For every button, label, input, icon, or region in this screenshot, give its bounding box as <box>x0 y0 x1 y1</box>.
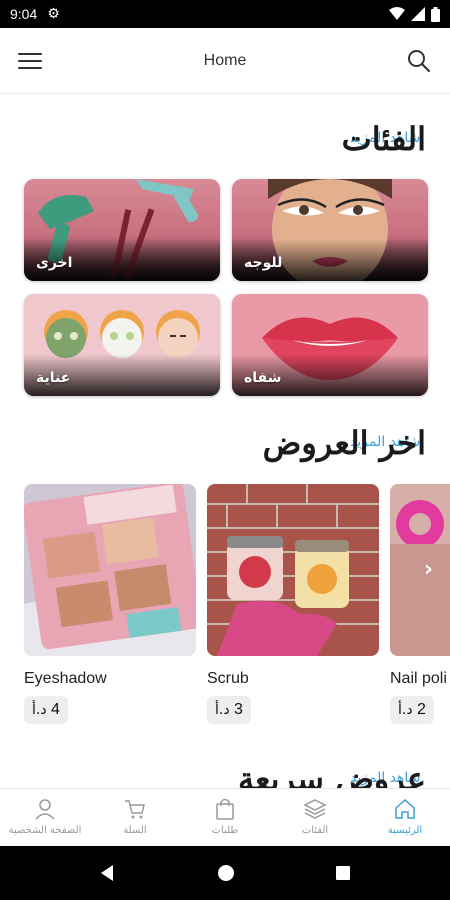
home-circle-icon[interactable] <box>217 864 235 882</box>
status-icons <box>389 6 440 22</box>
top-app-bar: Home <box>0 28 450 94</box>
offer-card-nail-polish[interactable]: Nail poli 2 د.أ <box>390 484 450 724</box>
bag-icon <box>216 798 234 820</box>
status-time: 9:04 <box>10 6 38 22</box>
search-icon[interactable] <box>406 48 432 74</box>
nav-item-categories[interactable]: الفئات <box>270 789 360 846</box>
product-name: Eyeshadow <box>24 670 107 687</box>
menu-icon-line <box>18 60 42 62</box>
price-value: 3 <box>234 701 243 718</box>
nav-label: السلة <box>123 825 147 836</box>
nav-item-profile[interactable]: الصفحة الشخصية <box>0 789 90 846</box>
carousel-next-chevron-icon[interactable]: › <box>424 557 446 583</box>
offers-header: شاهد المزيد اخر العروض <box>0 424 450 474</box>
price-value: 2 <box>417 701 426 718</box>
nav-label: طلبات <box>211 825 239 836</box>
category-label: اخرى <box>36 255 73 271</box>
category-card-face[interactable]: للوجه <box>232 179 428 281</box>
wifi-icon <box>389 7 405 20</box>
nav-item-home[interactable]: الرئيسية <box>360 789 450 846</box>
product-image <box>207 484 379 656</box>
status-bar: 9:04 ⚙ <box>0 0 450 28</box>
nav-item-cart[interactable]: السلة <box>90 789 180 846</box>
nav-label: الرئيسية <box>387 825 423 836</box>
categories-header: شاهد المزيد الفئات <box>0 120 450 170</box>
menu-button[interactable] <box>18 48 46 72</box>
category-label: للوجه <box>244 255 283 271</box>
price-currency: د.أ <box>32 702 47 718</box>
price-badge: 3 د.أ <box>207 696 251 724</box>
categories-title: الفئات <box>341 120 426 158</box>
nav-label: الفئات <box>301 825 329 836</box>
category-card-other[interactable]: اخرى <box>24 179 220 281</box>
price-currency: د.أ <box>398 702 413 718</box>
person-icon <box>35 799 55 820</box>
price-currency: د.أ <box>215 702 230 718</box>
price-value: 4 <box>51 701 60 718</box>
category-label: شفاه <box>244 370 282 386</box>
price-badge: 2 د.أ <box>390 696 434 724</box>
settings-gear-icon: ⚙ <box>47 6 60 22</box>
layers-icon <box>303 799 327 819</box>
page-title: Home <box>203 51 247 69</box>
offer-card-scrub[interactable]: Scrub 3 د.أ <box>207 484 379 724</box>
menu-icon-line <box>18 53 42 55</box>
category-card-lips[interactable]: شفاه <box>232 294 428 396</box>
recents-icon[interactable] <box>335 865 351 881</box>
offer-card-eyeshadow[interactable]: Eyeshadow 4 د.أ <box>24 484 196 724</box>
back-icon[interactable] <box>99 864 117 882</box>
product-name: Nail poli <box>390 670 447 687</box>
home-icon <box>395 798 415 819</box>
cart-icon <box>125 800 145 819</box>
signal-icon <box>411 7 425 21</box>
bottom-navigation: الصفحة الشخصية السلة طلبات الفئات الرئيس… <box>0 788 450 846</box>
nav-item-orders[interactable]: طلبات <box>180 789 270 846</box>
menu-icon-line <box>18 67 42 69</box>
product-image <box>24 484 196 656</box>
battery-icon <box>431 6 440 22</box>
product-name: Scrub <box>207 670 249 687</box>
category-label: عناية <box>36 370 71 386</box>
offers-title: اخر العروض <box>262 424 426 462</box>
system-navigation-bar <box>0 846 450 900</box>
nav-label: الصفحة الشخصية <box>8 825 82 836</box>
price-badge: 4 د.أ <box>24 696 68 724</box>
category-card-care[interactable]: عناية <box>24 294 220 396</box>
